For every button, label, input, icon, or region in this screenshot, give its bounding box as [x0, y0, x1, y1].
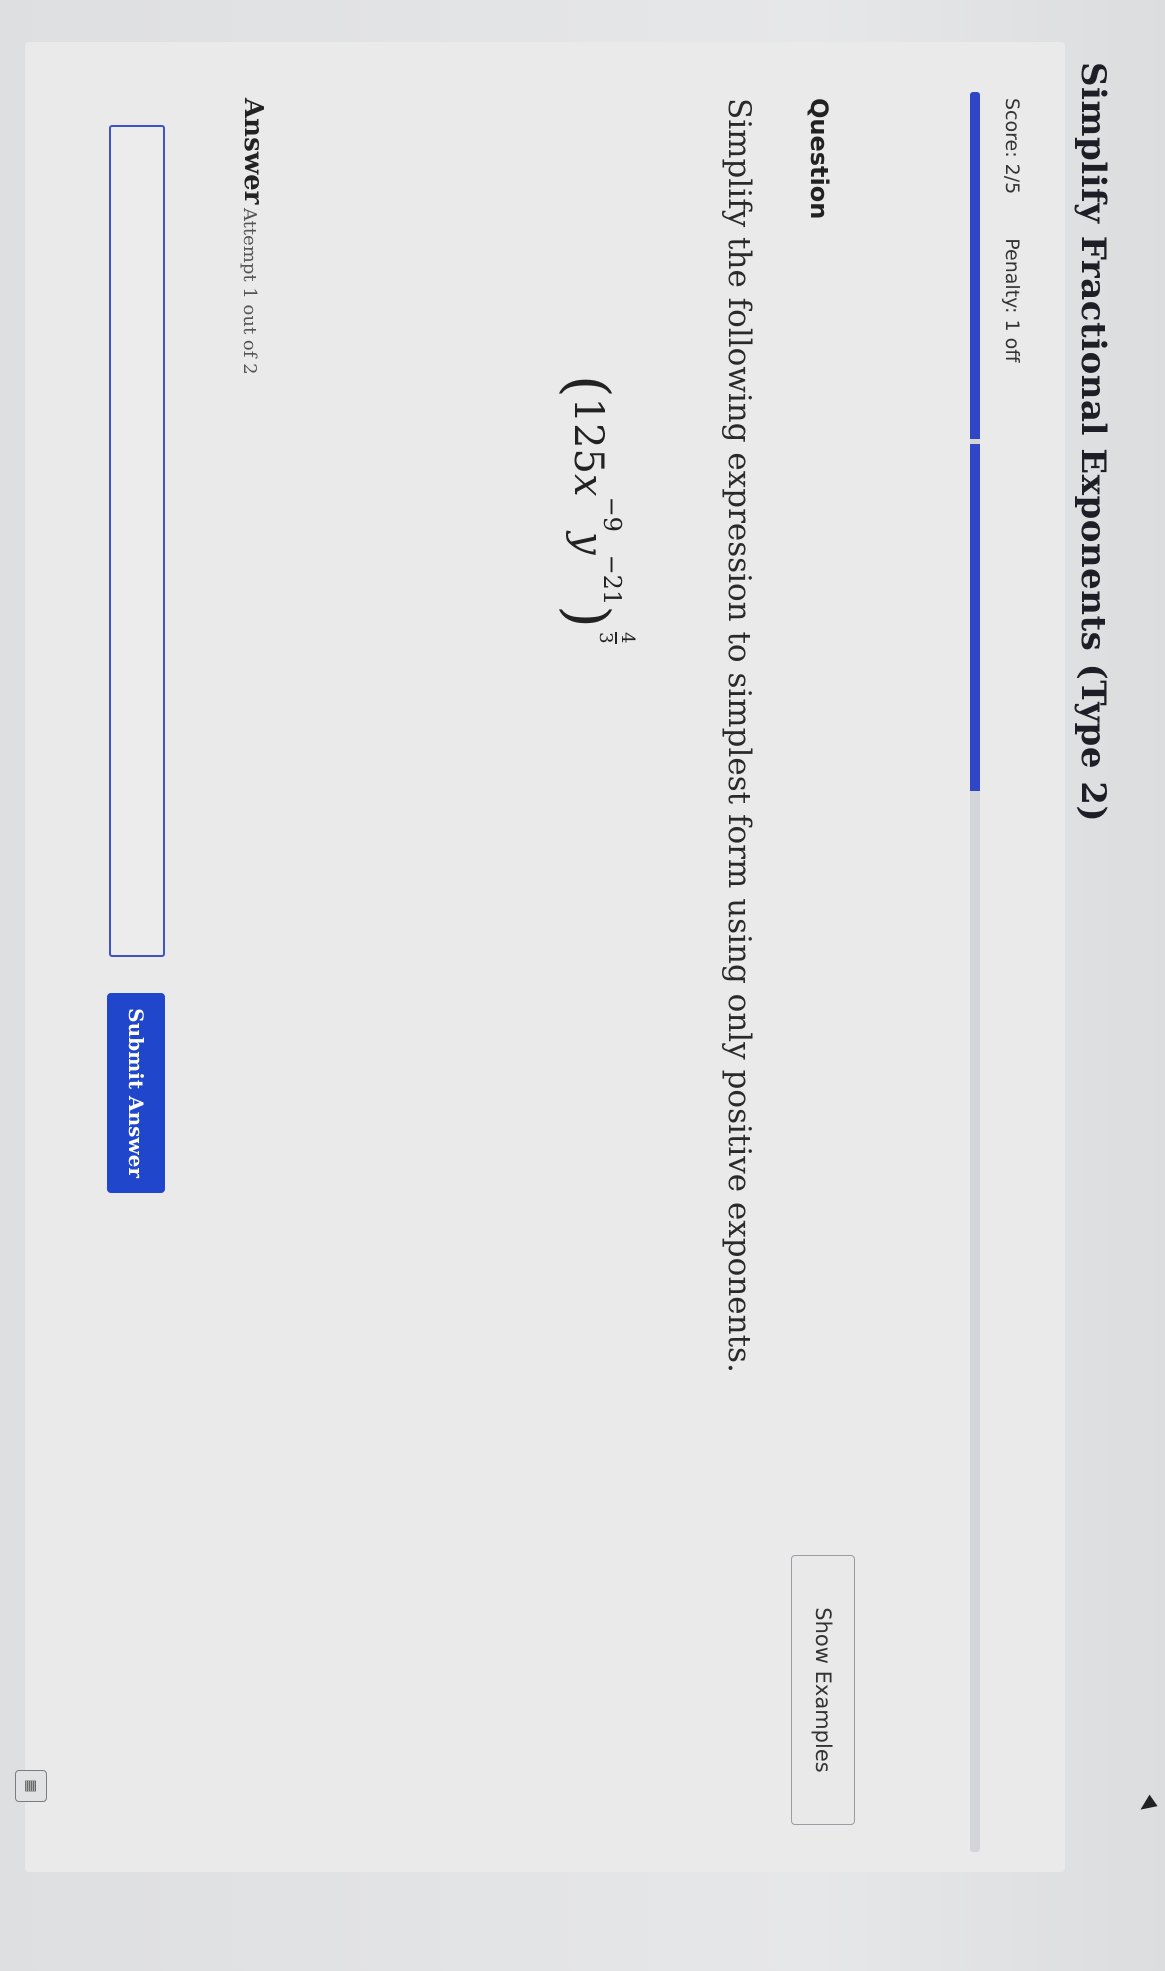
exponent-y: −21: [598, 554, 626, 606]
outer-exponent-numerator: 4: [616, 632, 638, 644]
variable-y: y: [565, 531, 611, 555]
progress-segment: [970, 444, 980, 791]
exponent-x: −9: [598, 496, 626, 532]
outer-fraction-exponent: 4 3: [595, 631, 638, 644]
variable-x: x: [565, 474, 611, 497]
answer-label: Answer: [238, 98, 268, 205]
score-row: Score: 2/5 Penalty: 1 off: [1001, 98, 1023, 400]
progress-segment: [970, 92, 980, 439]
answer-input[interactable]: [109, 125, 165, 957]
screen-stage: Simplify Fractional Exponents (Type 2) S…: [0, 0, 1165, 1971]
progress-bar: [970, 92, 980, 1852]
submit-answer-button[interactable]: Submit Answer: [107, 993, 165, 1193]
question-prompt: Simplify the following expression to sim…: [721, 98, 757, 1373]
math-expression: ( 125 x −9 y −21 ) 4 3: [533, 375, 643, 644]
coefficient: 125: [565, 397, 611, 474]
calculator-icon[interactable]: ▦: [15, 1770, 47, 1802]
attempt-counter: Attempt 1 out of 2: [239, 208, 260, 375]
page-title: Simplify Fractional Exponents (Type 2): [1073, 62, 1113, 823]
penalty-text: Penalty: 1 off: [1001, 238, 1023, 363]
score-text: Score: 2/5: [1001, 98, 1023, 195]
outer-exponent-denominator: 3: [595, 632, 617, 644]
show-examples-button[interactable]: Show Examples: [791, 1555, 855, 1825]
question-card: [25, 42, 1065, 1872]
cursor-arrow-icon: [1136, 1794, 1158, 1816]
question-label: Question: [805, 98, 833, 220]
open-paren: (: [554, 375, 622, 398]
close-paren: ): [554, 605, 622, 628]
